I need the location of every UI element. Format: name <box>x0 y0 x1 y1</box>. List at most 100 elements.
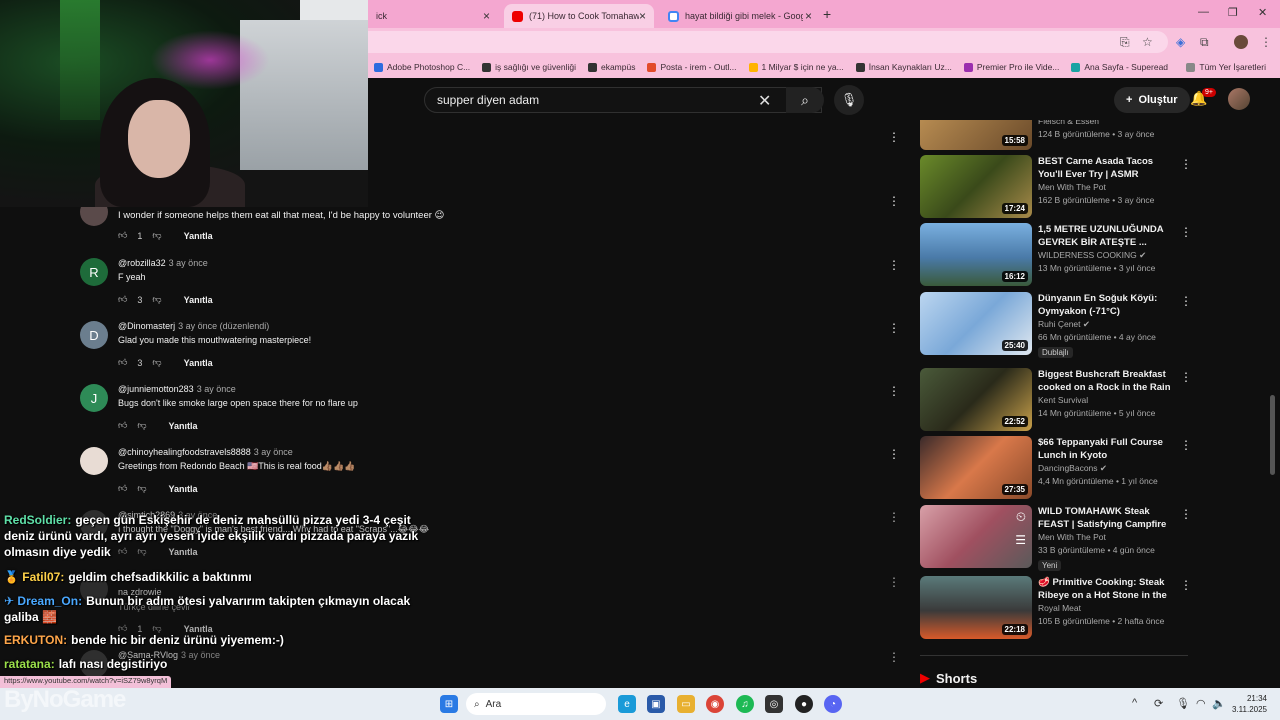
close-icon[interactable]: × <box>483 9 490 23</box>
bookmark-7[interactable]: Ana Sayfa - Superead <box>1065 62 1174 72</box>
avatar[interactable]: J <box>80 384 108 412</box>
video-thumbnail[interactable]: 22:52 <box>920 368 1032 431</box>
taskbar-search[interactable]: ⌕ Ara <box>466 693 606 715</box>
dislike-icon[interactable]: 👎︎ <box>152 357 161 368</box>
chrome-icon[interactable]: ◉ <box>706 695 724 713</box>
extension-icon[interactable]: ◈ <box>1176 35 1185 49</box>
like-icon[interactable]: 👍︎ <box>118 357 127 368</box>
store-icon[interactable]: ▣ <box>647 695 665 713</box>
omnibox[interactable] <box>368 31 1168 53</box>
window-close-button[interactable]: ✕ <box>1258 6 1267 19</box>
bookmark-6[interactable]: Premier Pro ile Vide... <box>958 62 1066 72</box>
maximize-button[interactable]: ❐ <box>1228 6 1238 19</box>
cast-icon[interactable]: ⎘ <box>1120 35 1130 50</box>
close-icon[interactable]: × <box>639 9 646 23</box>
video-title[interactable]: 🥩 Primitive Cooking: Steak Ribeye on a H… <box>1038 576 1176 602</box>
new-tab-button[interactable]: + <box>823 6 831 22</box>
minimize-button[interactable]: — <box>1198 6 1209 18</box>
tab-1[interactable]: (71) How to Cook Tomahawk S × <box>504 4 654 28</box>
edge-icon[interactable]: e <box>618 695 636 713</box>
file-explorer-icon[interactable]: ▭ <box>677 695 695 713</box>
clock[interactable]: 21:34 3.11.2025 <box>1232 693 1267 715</box>
video-title[interactable]: Biggest Bushcraft Breakfast cooked on a … <box>1038 368 1176 394</box>
profile-icon[interactable] <box>1234 35 1248 49</box>
search-button[interactable]: ⌕ <box>786 87 824 113</box>
video-card[interactable]: 17:24 BEST Carne Asada Tacos You'll Ever… <box>920 155 1192 219</box>
video-card[interactable]: 25:40 Dünyanın En Soğuk Köyü: Oymyakon (… <box>920 292 1192 358</box>
video-thumbnail[interactable]: 22:18 <box>920 576 1032 639</box>
more-icon[interactable]: ⋮ <box>1180 157 1192 171</box>
more-icon[interactable]: ⋮ <box>1180 507 1192 521</box>
video-thumbnail[interactable]: 25:40 <box>920 292 1032 355</box>
tray-chevron-icon[interactable]: ^ <box>1132 697 1137 709</box>
video-channel[interactable]: Ruhi Çenet ✔ <box>1038 318 1176 331</box>
like-icon[interactable]: 👍︎ <box>118 294 127 305</box>
video-thumbnail[interactable]: 27:35 <box>920 436 1032 499</box>
reply-button[interactable]: Yanıtla <box>169 421 198 431</box>
tab-0[interactable]: ick × <box>368 4 498 28</box>
tab-2[interactable]: hayat bildiği gibi melek - Goog × <box>660 4 820 28</box>
bookmark-3[interactable]: Posta - irem - Outl... <box>641 62 742 72</box>
menu-icon[interactable]: ⋮ <box>1260 35 1272 49</box>
video-card[interactable]: 22:18 🥩 Primitive Cooking: Steak Ribeye … <box>920 576 1192 640</box>
video-thumbnail[interactable]: 16:12 <box>920 223 1032 286</box>
more-icon[interactable]: ⋮ <box>1180 225 1192 239</box>
video-title[interactable]: $66 Teppanyaki Full Course Lunch in Kyot… <box>1038 436 1176 462</box>
dislike-icon[interactable]: 👎︎ <box>152 294 161 305</box>
create-button[interactable]: + Oluştur <box>1114 87 1190 113</box>
extensions-puzzle-icon[interactable]: ⧉ <box>1200 35 1209 50</box>
video-card[interactable]: 27:35 $66 Teppanyaki Full Course Lunch i… <box>920 436 1192 500</box>
video-card[interactable]: 22:52 Biggest Bushcraft Breakfast cooked… <box>920 368 1192 432</box>
reply-button[interactable]: Yanıtla <box>169 484 198 494</box>
video-title[interactable]: BEST Carne Asada Tacos You'll Ever Try |… <box>1038 155 1176 181</box>
shorts-header[interactable]: ▶ Shorts <box>920 670 977 686</box>
network-icon[interactable]: ⟳ <box>1154 697 1163 710</box>
bookmark-star-icon[interactable]: ☆ <box>1142 35 1153 49</box>
app-icon[interactable]: ● <box>795 695 813 713</box>
more-icon[interactable]: ⋮ <box>1180 294 1192 308</box>
more-icon[interactable]: ⋮ <box>888 258 900 272</box>
dislike-icon[interactable]: 👎︎ <box>137 483 146 494</box>
video-thumbnail[interactable]: ⏲ ☰ <box>920 505 1032 568</box>
more-icon[interactable]: ⋮ <box>888 130 900 144</box>
comment-author[interactable]: @chinoyhealingfoodstravels8888 <box>118 447 251 457</box>
clear-search-icon[interactable]: ✕ <box>758 91 771 111</box>
bookmark-0[interactable]: Adobe Photoshop C... <box>368 62 476 72</box>
bookmark-5[interactable]: İnsan Kaynakları Uz... <box>850 62 958 72</box>
close-icon[interactable]: × <box>805 9 812 23</box>
more-icon[interactable]: ⋮ <box>1180 578 1192 592</box>
account-avatar[interactable] <box>1228 88 1250 110</box>
more-icon[interactable]: ⋮ <box>1180 370 1192 384</box>
discord-icon[interactable]: ◔ <box>824 695 842 713</box>
reply-button[interactable]: Yanıtla <box>184 231 213 241</box>
like-icon[interactable]: 👍︎ <box>118 483 127 494</box>
video-channel[interactable]: Kent Survival <box>1038 394 1176 407</box>
volume-icon[interactable]: 🔈 <box>1212 697 1226 710</box>
bookmark-1[interactable]: iş sağlığı ve güvenliği <box>476 62 582 72</box>
comment-author[interactable]: @Dinomasterj <box>118 321 175 331</box>
video-card[interactable]: ⏲ ☰ WILD TOMAHAWK Steak FEAST | Satisfyi… <box>920 505 1192 571</box>
voice-search-button[interactable]: 🎙 <box>834 85 864 115</box>
more-icon[interactable]: ⋮ <box>888 321 900 335</box>
more-icon[interactable]: ⋮ <box>888 510 900 524</box>
video-channel[interactable]: WILDERNESS COOKING ✔ <box>1038 249 1176 262</box>
scrollbar[interactable] <box>1270 395 1275 475</box>
reply-button[interactable]: Yanıtla <box>184 295 213 305</box>
video-card[interactable]: 16:12 1,5 METRE UZUNLUĞUNDA GEVREK BİR A… <box>920 223 1192 287</box>
obs-icon[interactable]: ◎ <box>765 695 783 713</box>
like-icon[interactable]: 👍︎ <box>118 230 127 241</box>
more-icon[interactable]: ⋮ <box>888 384 900 398</box>
video-channel[interactable]: DancingBacons ✔ <box>1038 462 1176 475</box>
watch-later-icon[interactable]: ⏲ <box>1016 509 1026 525</box>
avatar[interactable]: D <box>80 321 108 349</box>
mic-tray-icon[interactable]: 🎙 <box>1176 697 1190 710</box>
bookmark-4[interactable]: 1 Milyar $ için ne ya... <box>743 62 850 72</box>
reply-button[interactable]: Yanıtla <box>184 358 213 368</box>
all-bookmarks[interactable]: Tüm Yer İşaretleri <box>1180 62 1272 72</box>
more-icon[interactable]: ⋮ <box>888 575 900 589</box>
video-title[interactable]: 1,5 METRE UZUNLUĞUNDA GEVREK BİR ATEŞTE … <box>1038 223 1176 249</box>
add-to-queue-icon[interactable]: ☰ <box>1015 533 1026 547</box>
more-icon[interactable]: ⋮ <box>888 447 900 461</box>
comment-author[interactable]: @robzilla32 <box>118 258 166 268</box>
wifi-icon[interactable]: ◠ <box>1196 697 1206 710</box>
